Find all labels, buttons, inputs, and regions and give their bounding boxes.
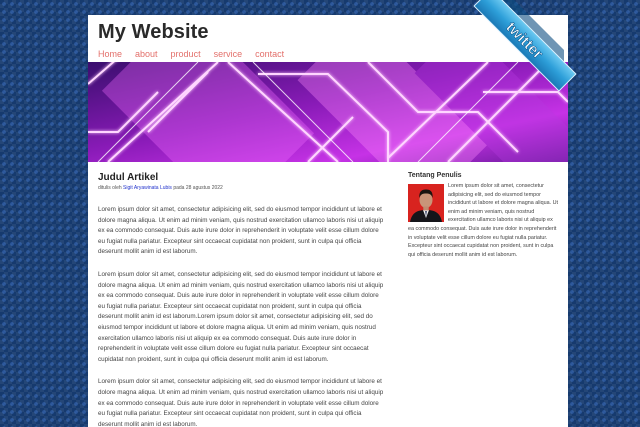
article-byline: ditulis oleh Sigit Aryawinata Lubis pada… bbox=[98, 185, 386, 191]
nav-product-link[interactable]: product bbox=[171, 49, 201, 59]
nav-contact-link[interactable]: contact bbox=[255, 49, 284, 59]
twitter-ribbon[interactable]: twitter bbox=[470, 0, 580, 110]
nav-home-link[interactable]: Home bbox=[98, 49, 122, 59]
article-paragraph: Lorem ipsum dolor sit amet, consectetur … bbox=[98, 378, 384, 427]
author-photo bbox=[408, 184, 444, 222]
byline-date: pada 28 agustus 2022 bbox=[171, 185, 223, 191]
author-link[interactable]: Sigit Aryawinata Lubis bbox=[123, 185, 172, 191]
byline-prefix: ditulis oleh bbox=[98, 185, 124, 191]
article: Judul Artikel ditulis oleh Sigit Aryawin… bbox=[98, 172, 386, 427]
nav-service-link[interactable]: service bbox=[214, 49, 243, 59]
author-bio: Lorem ipsum dolor sit amet, consectetur … bbox=[408, 182, 558, 259]
article-title: Judul Artikel bbox=[98, 172, 159, 183]
sidebar: Tentang Penulis Lorem ipsum dolor sit am… bbox=[408, 172, 558, 259]
article-paragraph: Lorem ipsum dolor sit amet, consectetur … bbox=[98, 270, 384, 363]
article-paragraph: Lorem ipsum dolor sit amet, consectetur … bbox=[98, 206, 384, 256]
nav-about-link[interactable]: about bbox=[135, 49, 158, 59]
sidebar-title: Tentang Penulis bbox=[408, 172, 462, 179]
